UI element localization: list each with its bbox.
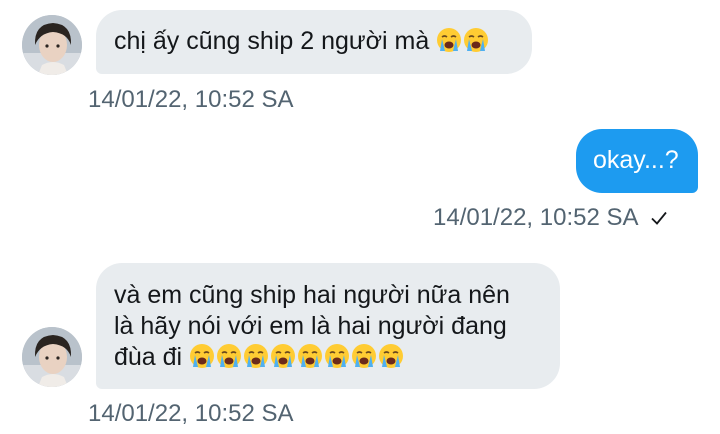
- message-bubble-received[interactable]: và em cũng ship hai người nữa nên là hãy…: [96, 263, 560, 389]
- message-bubble-received[interactable]: chị ấy cũng ship 2 người mà: [96, 10, 532, 74]
- loudly-crying-face-icon: [216, 343, 242, 369]
- message-text: đùa đi: [114, 343, 183, 371]
- message-timestamp: 14/01/22, 10:52 SA: [433, 204, 638, 231]
- loudly-crying-face-icon: [297, 343, 323, 369]
- message-bubble-sent[interactable]: okay...?: [576, 129, 698, 193]
- loudly-crying-face-icon: [243, 343, 269, 369]
- message-text-line: đùa đi: [114, 342, 560, 373]
- avatar-image: [22, 15, 82, 75]
- loudly-crying-face-icon: [436, 27, 462, 53]
- message-text-line: và em cũng ship hai người nữa nên: [114, 281, 510, 309]
- loudly-crying-face-icon: [463, 27, 489, 53]
- message-text: chị ấy cũng ship 2 người mà: [114, 27, 430, 55]
- sender-avatar[interactable]: [22, 327, 82, 387]
- loudly-crying-face-icon: [324, 343, 350, 369]
- loudly-crying-face-icon: [270, 343, 296, 369]
- message-timestamp-row: 14/01/22, 10:52 SA: [433, 204, 668, 234]
- loudly-crying-face-icon: [189, 343, 215, 369]
- message-timestamp: 14/01/22, 10:52 SA: [88, 86, 294, 113]
- sender-avatar[interactable]: [22, 15, 82, 75]
- checkmark-icon: [650, 206, 668, 234]
- message-timestamp: 14/01/22, 10:52 SA: [88, 400, 294, 427]
- avatar-image: [22, 327, 82, 387]
- loudly-crying-face-icon: [351, 343, 377, 369]
- message-text-line: là hãy nói với em là hai người đang: [114, 312, 507, 340]
- loudly-crying-face-icon: [378, 343, 404, 369]
- message-text: okay...?: [593, 146, 679, 174]
